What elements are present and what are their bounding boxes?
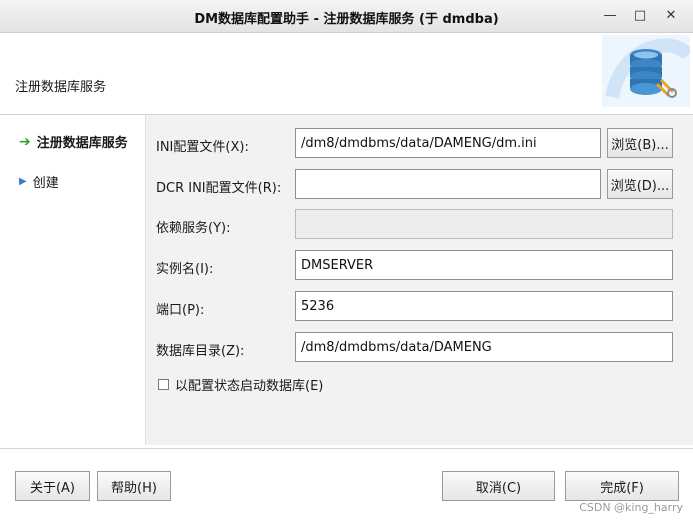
step-navigation: ➔ 注册数据库服务 ▶ 创建 xyxy=(0,115,145,445)
start-config-checkbox[interactable] xyxy=(158,379,169,390)
dcr-ini-file-input[interactable] xyxy=(295,169,601,199)
arrow-right-icon: ➔ xyxy=(19,133,31,150)
help-button[interactable]: 帮助(H) xyxy=(97,471,171,501)
title-bar: DM数据库配置助手 - 注册数据库服务 (于 dmdba) — □ ✕ xyxy=(0,0,693,33)
start-config-option[interactable]: 以配置状态启动数据库(E) xyxy=(158,375,323,394)
dcr-ini-file-label: DCR INI配置文件(R): xyxy=(156,181,282,196)
ini-file-label: INI配置文件(X): xyxy=(156,140,249,155)
window-title: DM数据库配置助手 - 注册数据库服务 (于 dmdba) xyxy=(194,12,499,27)
browse-ini-button[interactable]: 浏览(B)... xyxy=(607,128,673,158)
db-dir-label: 数据库目录(Z): xyxy=(156,344,245,359)
page-title: 注册数据库服务 xyxy=(15,80,107,95)
db-dir-input[interactable]: /dm8/dmdbms/data/DAMENG xyxy=(295,332,673,362)
ini-file-input[interactable]: /dm8/dmdbms/data/DAMENG/dm.ini xyxy=(295,128,601,158)
page-header: 注册数据库服务 xyxy=(0,33,693,113)
dialog-footer: 关于(A) 帮助(H) 取消(C) 完成(F) CSDN @king_harry xyxy=(0,449,693,520)
form-panel: INI配置文件(X): /dm8/dmdbms/data/DAMENG/dm.i… xyxy=(145,115,693,445)
start-config-label: 以配置状态启动数据库(E) xyxy=(175,379,324,394)
dependency-service-label: 依赖服务(Y): xyxy=(156,221,231,236)
browse-dcr-button[interactable]: 浏览(D)... xyxy=(607,169,673,199)
triangle-right-icon: ▶ xyxy=(19,176,27,187)
cancel-button[interactable]: 取消(C) xyxy=(442,471,555,501)
minimize-button[interactable]: — xyxy=(600,6,620,24)
port-label: 端口(P): xyxy=(156,303,205,318)
about-button[interactable]: 关于(A) xyxy=(15,471,90,501)
instance-name-label: 实例名(I): xyxy=(156,262,214,277)
finish-button[interactable]: 完成(F) xyxy=(565,471,679,501)
dependency-service-input xyxy=(295,209,673,239)
instance-name-input[interactable]: DMSERVER xyxy=(295,250,673,280)
nav-item-label: 注册数据库服务 xyxy=(36,136,128,151)
watermark: CSDN @king_harry xyxy=(579,501,683,514)
close-button[interactable]: ✕ xyxy=(661,6,681,24)
nav-item-create[interactable]: ▶ 创建 xyxy=(19,172,59,191)
database-gear-icon xyxy=(602,35,693,107)
nav-item-label: 创建 xyxy=(32,176,59,191)
maximize-button[interactable]: □ xyxy=(630,6,650,24)
port-input[interactable]: 5236 xyxy=(295,291,673,321)
nav-item-register-service[interactable]: ➔ 注册数据库服务 xyxy=(19,132,128,152)
